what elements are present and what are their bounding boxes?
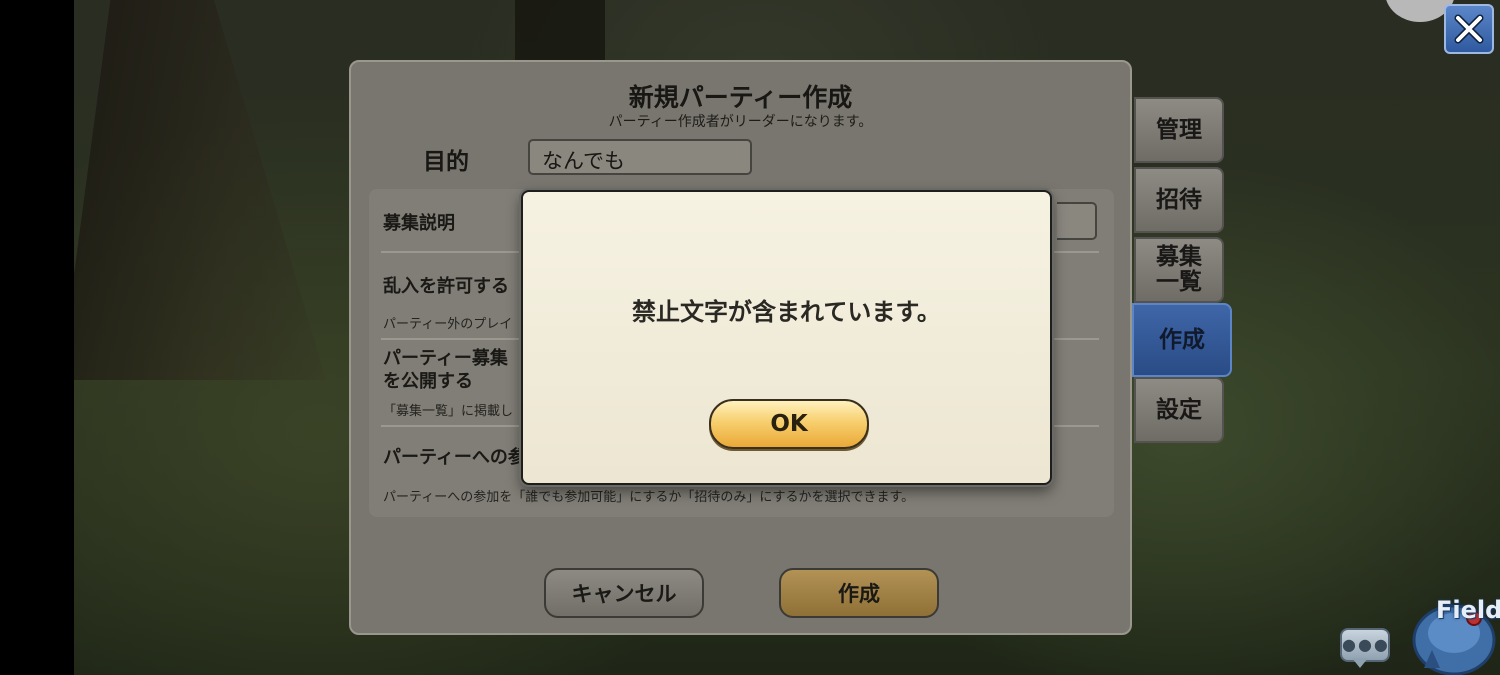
tab-invite[interactable]: 招待: [1134, 167, 1224, 233]
close-button[interactable]: [1444, 4, 1494, 54]
tab-recruit-list-line1: 募集: [1156, 244, 1202, 270]
allow-intrusion-desc: パーティー外のプレイ: [383, 317, 513, 332]
recruit-description-label: 募集説明: [383, 213, 455, 234]
tree-shadow: [60, 0, 326, 380]
create-button[interactable]: 作成: [779, 568, 939, 618]
error-dialog: 禁止文字が含まれています。 OK: [521, 190, 1052, 485]
purpose-select[interactable]: なんでも: [528, 139, 752, 175]
field-label: Field: [1436, 596, 1500, 624]
publish-recruit-label-line1: パーティー募集: [383, 348, 508, 369]
purpose-label: 目的: [423, 149, 469, 175]
error-message: 禁止文字が含まれています。: [632, 298, 941, 326]
close-icon: [1454, 14, 1484, 44]
tab-recruit-list-line2: 一覧: [1156, 269, 1202, 295]
page-title: 新規パーティー作成: [628, 83, 853, 112]
cancel-button[interactable]: キャンセル: [544, 568, 704, 618]
publish-recruit-label-line2: を公開する: [383, 371, 473, 392]
left-black-bar: [0, 0, 74, 675]
publish-recruit-label: パーティー募集 を公開する: [383, 347, 508, 393]
tab-recruit-list[interactable]: 募集 一覧: [1134, 237, 1224, 303]
tab-invite-label: 招待: [1156, 186, 1202, 213]
publish-recruit-desc: 「募集一覧」に掲載し: [383, 404, 514, 419]
tab-manage-label: 管理: [1156, 116, 1202, 143]
join-setting-label: パーティーへの参: [383, 447, 526, 468]
recruit-description-input[interactable]: [1057, 202, 1097, 240]
tab-settings[interactable]: 設定: [1134, 377, 1224, 443]
tab-settings-label: 設定: [1156, 396, 1202, 423]
tree-trunk: [515, 0, 605, 60]
ok-button[interactable]: OK: [709, 399, 869, 449]
tab-create-label: 作成: [1159, 326, 1205, 353]
allow-intrusion-label: 乱入を許可する: [383, 276, 509, 297]
chat-button[interactable]: ●●●: [1340, 628, 1390, 662]
tab-create[interactable]: 作成: [1132, 303, 1232, 377]
tab-manage[interactable]: 管理: [1134, 97, 1224, 163]
chat-bubble-icon: ●●●: [1342, 635, 1390, 654]
chat-bubble-tail: [1352, 658, 1368, 668]
tab-recruit-list-label: 募集 一覧: [1156, 245, 1202, 295]
join-setting-desc: パーティーへの参加を「誰でも参加可能」にするか「招待のみ」にするかを選択できます…: [383, 490, 915, 505]
page-subtitle: パーティー作成者がリーダーになります。: [608, 114, 873, 130]
